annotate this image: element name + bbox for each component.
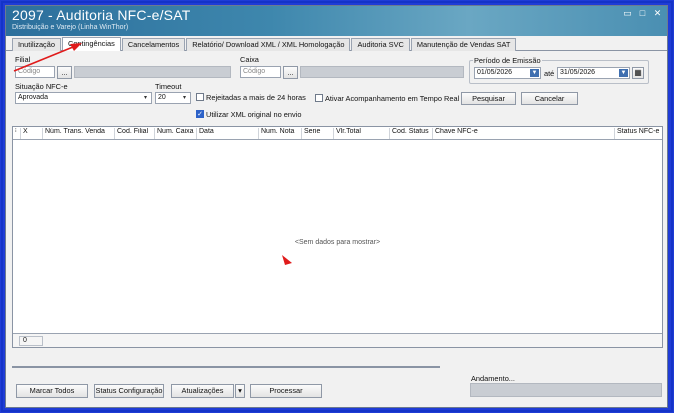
column-header[interactable]: Núm. Trans. Venda [43,128,115,139]
status-configuracao-button[interactable]: Status Configuração [94,384,164,398]
filial-label: Filial [15,55,31,64]
main-window: 2097 - Auditoria NFC-e/SAT Distribuição … [5,5,668,408]
tab-relatorio-download-xml[interactable]: Relatório/ Download XML / XML Homologaçã… [186,38,351,51]
column-header[interactable]: Data [197,128,259,139]
column-header[interactable]: Chave NFC-e [433,128,615,139]
restore-icon[interactable]: ▭ [622,8,633,19]
column-header[interactable]: Status NFC-e [615,128,663,139]
window-subtitle: Distribuição e Varejo (Linha WinThor) [12,24,129,31]
caixa-name-field [300,66,464,78]
grid-footer: 0 [13,333,662,347]
chevron-down-icon[interactable]: ▾ [141,94,150,102]
filial-name-field [74,66,231,78]
periodo-start-input[interactable]: 01/05/2026 ▼ [474,67,541,79]
timeout-label: Timeout [155,82,182,91]
column-header[interactable]: Num. Nota [259,128,302,139]
tab-cancelamentos[interactable]: Cancelamentos [121,38,186,51]
xml-original-label: Utilizar XML original no envio [206,110,302,119]
xml-original-checkbox[interactable]: ✓ [196,110,204,118]
rejeitadas-label: Rejeitadas a mais de 24 horas [206,93,306,102]
situacao-select[interactable]: Aprovada ▾ [15,92,152,104]
periodo-separator: até [544,69,555,78]
drag-handle-icon[interactable]: ⁞ [13,128,21,139]
tab-inutilizacao[interactable]: Inutilização [12,38,61,51]
periodo-end-value: 31/05/2026 [560,69,596,76]
atualizacoes-dropdown[interactable]: ▾ [235,384,245,398]
andamento-label: Andamento... [471,374,515,383]
filial-code-input[interactable]: Código [15,66,55,78]
calendar-icon[interactable]: ▦ [632,67,644,79]
horizontal-scrollbar[interactable] [12,366,440,368]
column-header[interactable]: X [21,128,43,139]
column-header[interactable]: Serie [302,128,334,139]
column-header[interactable]: Cod. Filial [115,128,155,139]
situacao-label: Situação NFC-e [15,82,68,91]
cancelar-button[interactable]: Cancelar [521,92,578,105]
pesquisar-button[interactable]: Pesquisar [461,92,516,105]
acompanhamento-label: Ativar Acompanhamento em Tempo Real [325,94,460,103]
chevron-down-icon: ▾ [238,386,242,395]
caixa-code-input[interactable]: Código [240,66,281,78]
situacao-value: Aprovada [18,94,48,101]
marcar-todos-button[interactable]: Marcar Todos [16,384,88,398]
results-grid[interactable]: ⁞ X Núm. Trans. Venda Cod. Filial Num. C… [12,126,663,348]
row-count: 0 [19,336,43,346]
rejeitadas-checkbox[interactable] [196,93,204,101]
periodo-label: Período de Emissão [473,56,542,65]
timeout-value: 20 [158,94,166,101]
chevron-down-icon[interactable]: ▾ [180,94,189,102]
periodo-end-input[interactable]: 31/05/2026 ▼ [557,67,630,79]
column-header[interactable]: Cod. Status [390,128,433,139]
periodo-start-value: 01/05/2026 [477,69,513,76]
close-icon[interactable]: ✕ [652,8,663,19]
caixa-lookup-button[interactable]: ... [283,66,298,79]
maximize-icon[interactable]: □ [637,8,648,19]
andamento-progress-bar [470,383,662,397]
window-title: 2097 - Auditoria NFC-e/SAT [12,7,191,23]
tab-contingencias[interactable]: Contingências [61,37,121,51]
atualizacoes-button[interactable]: Atualizações [171,384,234,398]
title-bar: 2097 - Auditoria NFC-e/SAT Distribuição … [6,6,667,36]
chevron-down-icon[interactable]: ▼ [619,69,628,77]
tab-auditoria-svc[interactable]: Auditoria SVC [351,38,410,51]
column-header[interactable]: Num. Caixa [155,128,197,139]
chevron-down-icon[interactable]: ▼ [530,69,539,77]
timeout-select[interactable]: 20 ▾ [155,92,191,104]
filial-lookup-button[interactable]: ... [57,66,72,79]
empty-grid-message: <Sem dados para mostrar> [294,239,381,246]
grid-header: ⁞ X Núm. Trans. Venda Cod. Filial Num. C… [13,127,662,140]
tab-manutencao-vendas-sat[interactable]: Manutenção de Vendas SAT [410,38,517,51]
processar-button[interactable]: Processar [250,384,322,398]
tab-strip: Inutilização Contingências Cancelamentos… [6,37,667,51]
acompanhamento-checkbox[interactable] [315,94,323,102]
caixa-label: Caixa [240,55,259,64]
column-header[interactable]: Vlr.Total [334,128,390,139]
